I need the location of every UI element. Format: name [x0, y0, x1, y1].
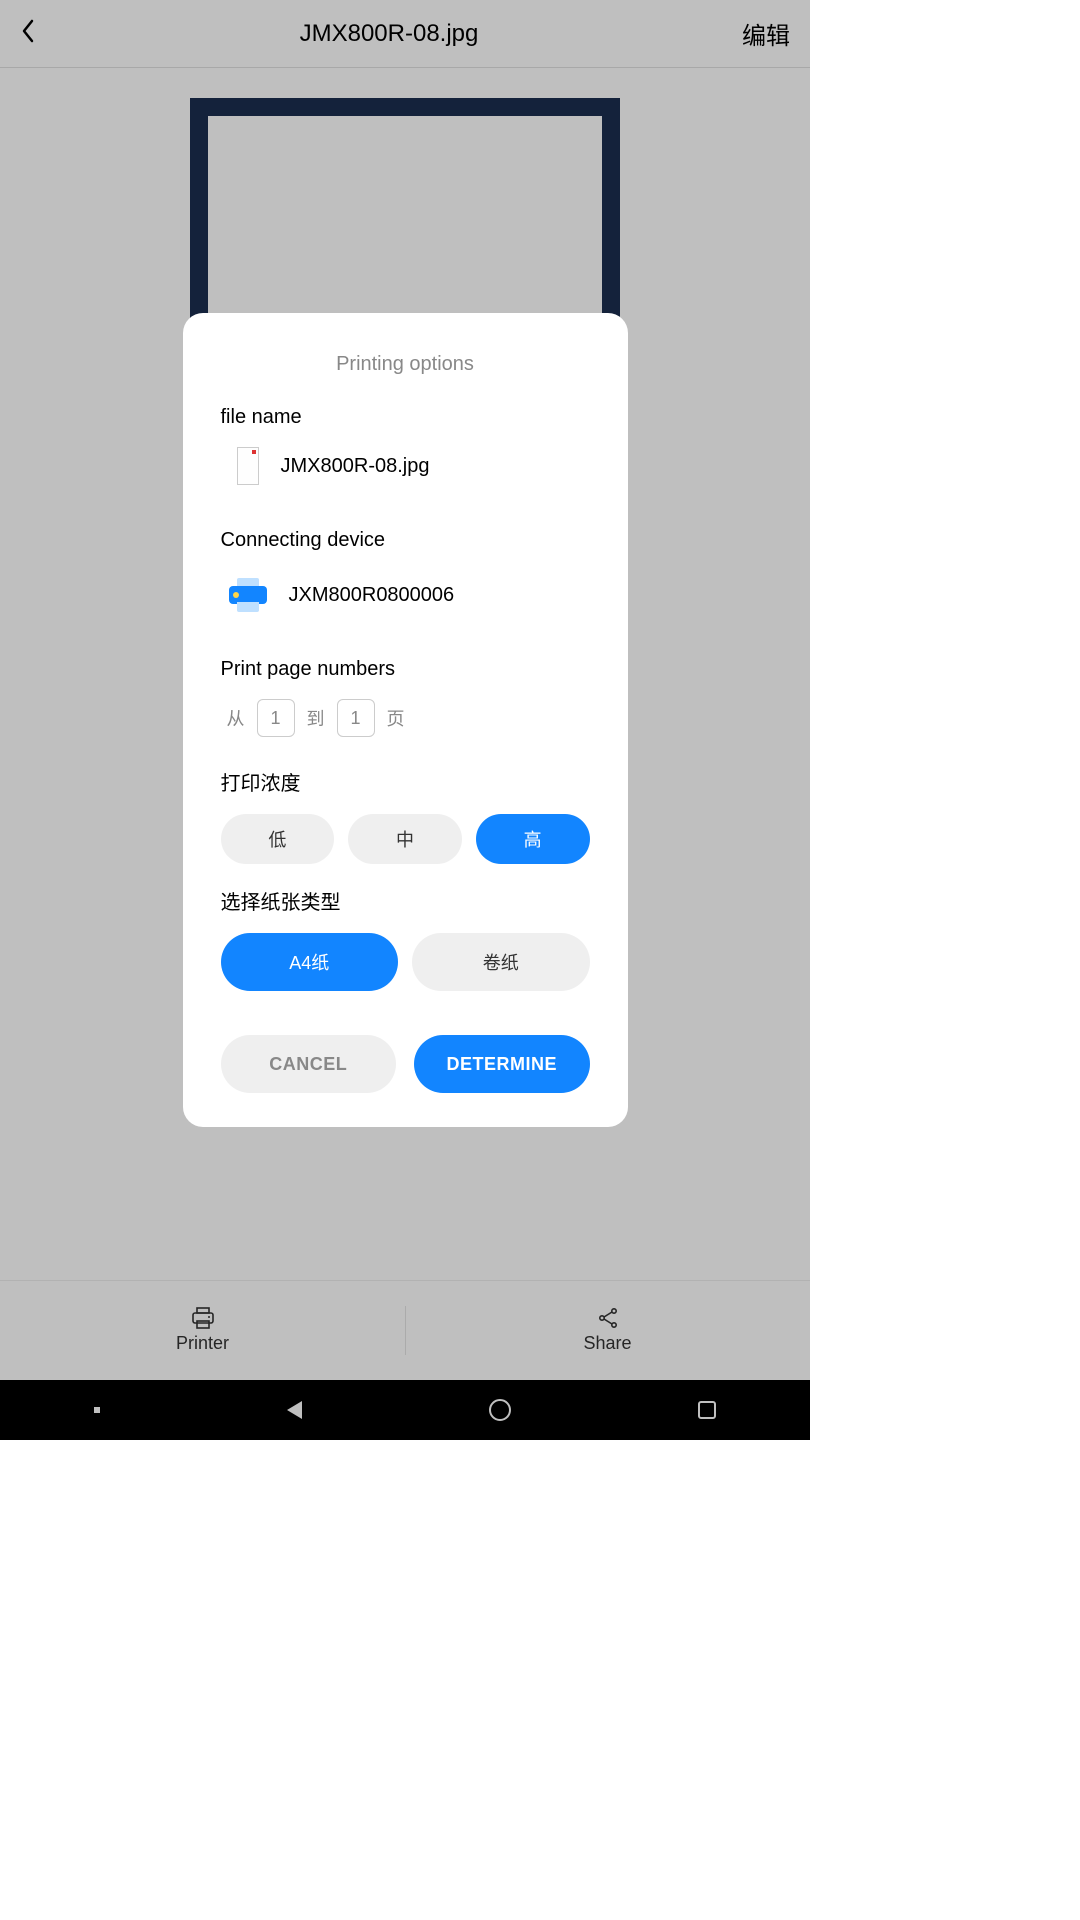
file-section-label: file name — [221, 406, 590, 429]
page-unit-label: 页 — [387, 705, 405, 731]
paper-section-label: 选择纸张类型 — [221, 886, 590, 915]
page-to-label: 到 — [307, 705, 325, 731]
device-row[interactable]: JXM800R0800006 — [221, 576, 590, 614]
density-low-option[interactable]: 低 — [221, 814, 335, 864]
page-section-label: Print page numbers — [221, 658, 590, 681]
density-section-label: 打印浓度 — [221, 767, 590, 796]
file-name-value: JMX800R-08.jpg — [281, 455, 430, 478]
density-mid-option[interactable]: 中 — [348, 814, 462, 864]
paper-a4-option[interactable]: A4纸 — [221, 933, 399, 991]
file-row: JMX800R-08.jpg — [221, 447, 590, 485]
determine-button[interactable]: DETERMINE — [414, 1035, 590, 1093]
paper-roll-option[interactable]: 卷纸 — [412, 933, 590, 991]
cancel-button[interactable]: CANCEL — [221, 1035, 397, 1093]
density-high-option[interactable]: 高 — [476, 814, 590, 864]
device-name-value: JXM800R0800006 — [289, 584, 455, 607]
print-options-dialog: Printing options file name JMX800R-08.jp… — [183, 313, 628, 1127]
dialog-title: Printing options — [221, 353, 590, 376]
page-from-label: 从 — [227, 705, 245, 731]
modal-scrim: Printing options file name JMX800R-08.jp… — [0, 0, 810, 1440]
device-section-label: Connecting device — [221, 529, 590, 552]
page-to-input[interactable] — [337, 699, 375, 737]
page-from-input[interactable] — [257, 699, 295, 737]
printer-device-icon — [229, 576, 267, 614]
file-thumbnail-icon — [237, 447, 259, 485]
